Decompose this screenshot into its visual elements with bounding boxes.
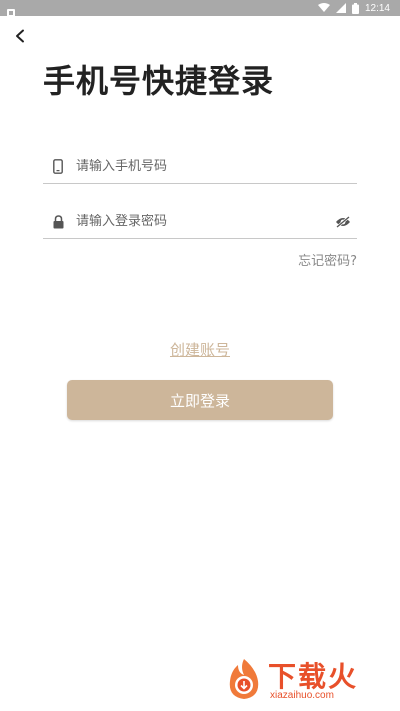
flame-logo-icon (222, 657, 266, 701)
page-title: 手机号快捷登录 (43, 62, 275, 100)
status-time: 12:14 (364, 2, 390, 14)
notification-icon (6, 3, 16, 17)
eye-off-icon[interactable] (331, 215, 355, 228)
password-field (43, 205, 357, 239)
status-bar: 12:14 (0, 0, 400, 17)
status-icons: 12:14 (317, 0, 390, 16)
battery-icon (351, 2, 359, 14)
password-input[interactable] (73, 214, 331, 229)
phone-field (43, 150, 357, 184)
watermark-brand: 下载火 (268, 660, 359, 693)
back-button[interactable] (8, 24, 32, 48)
watermark: 下载火 xiazaihuo.com (222, 655, 392, 705)
chevron-left-icon (16, 29, 24, 43)
login-button[interactable]: 立即登录 (67, 380, 333, 420)
forgot-password-link[interactable]: 忘记密码? (298, 250, 357, 269)
signal-icon (335, 3, 346, 13)
lock-icon (43, 214, 73, 229)
create-account-link[interactable]: 创建账号 (0, 339, 400, 360)
watermark-domain: xiazaihuo.com (270, 690, 334, 701)
phone-input[interactable] (73, 159, 357, 174)
phone-icon (43, 159, 73, 174)
wifi-icon (317, 3, 330, 13)
